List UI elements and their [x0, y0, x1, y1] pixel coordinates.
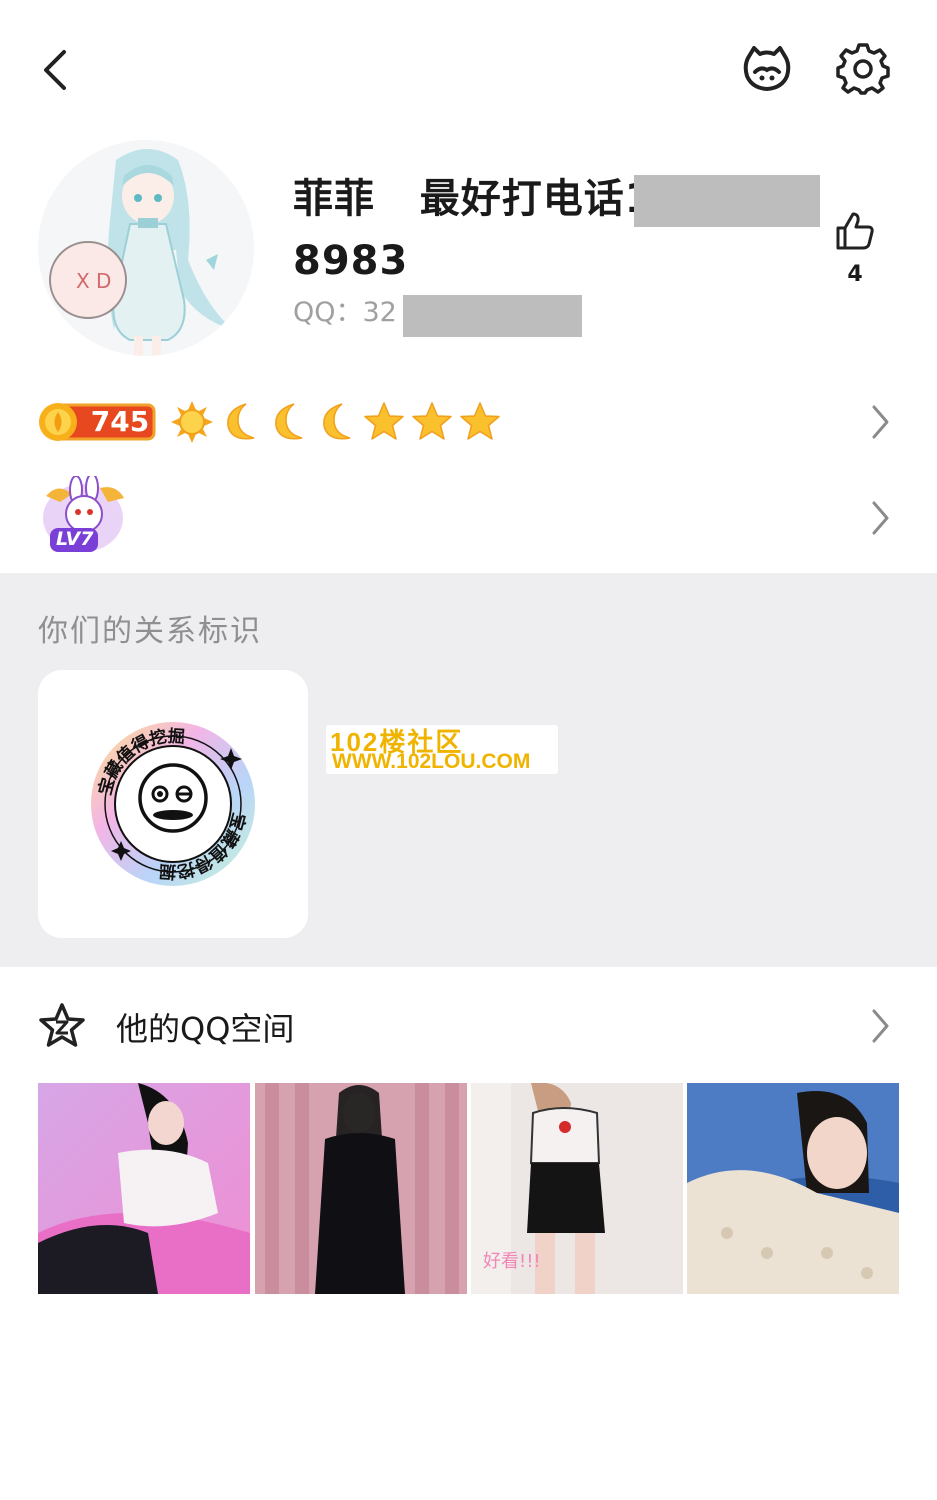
qzone-photo[interactable]: 好看!!! — [471, 1083, 683, 1294]
coin-count: 745 — [90, 405, 150, 438]
photo-sticker-text: 好看!!! — [483, 1251, 541, 1272]
star-icon — [458, 400, 502, 444]
back-button[interactable] — [38, 46, 74, 94]
moon-icon — [218, 400, 262, 444]
gear-icon — [836, 43, 890, 95]
sun-icon — [170, 400, 214, 444]
like-button[interactable] — [834, 210, 876, 252]
nickname-line2: 8983 — [293, 238, 409, 284]
star-icon — [362, 400, 406, 444]
level-label: LV7 — [56, 528, 94, 550]
qzone-star-icon — [38, 1002, 86, 1050]
star-icon — [410, 400, 454, 444]
pet-cat-icon — [743, 46, 791, 91]
redaction-bar — [403, 295, 582, 337]
vip-badge-row[interactable] — [0, 466, 937, 570]
nickname-line1: 菲菲 最好打电话15 — [293, 176, 683, 222]
svg-text:X D: X D — [76, 269, 111, 293]
qq-number: QQ：32 — [293, 297, 397, 328]
chevron-left-icon — [44, 50, 66, 90]
qzone-photo[interactable] — [687, 1083, 899, 1294]
qzone-photo[interactable] — [38, 1083, 250, 1294]
avatar-illustration: X D — [38, 140, 254, 356]
settings-button[interactable] — [836, 42, 890, 96]
lv7-rabbit-badge: LV7 — [38, 473, 128, 556]
thumbs-up-icon — [836, 212, 874, 250]
like-count: 4 — [847, 262, 863, 287]
pet-button[interactable] — [740, 42, 794, 96]
relation-title: 你们的关系标识 — [38, 614, 262, 649]
moon-icon — [266, 400, 310, 444]
moon-icon — [314, 400, 358, 444]
relation-card[interactable]: 宝藏值得挖掘 宝藏值得挖掘 — [38, 670, 308, 938]
treasure-badge-icon: 宝藏值得挖掘 宝藏值得挖掘 — [91, 722, 255, 886]
chevron-right-icon[interactable] — [868, 498, 892, 538]
avatar[interactable]: X D — [38, 140, 254, 356]
qzone-title: 他的QQ空间 — [116, 1010, 295, 1048]
redaction-bar — [634, 175, 820, 227]
chevron-right-icon[interactable] — [868, 402, 892, 442]
chevron-right-icon[interactable] — [868, 1006, 892, 1046]
qzone-photo[interactable] — [255, 1083, 467, 1294]
watermark-url: WWW.102LOU.COM — [332, 750, 531, 773]
